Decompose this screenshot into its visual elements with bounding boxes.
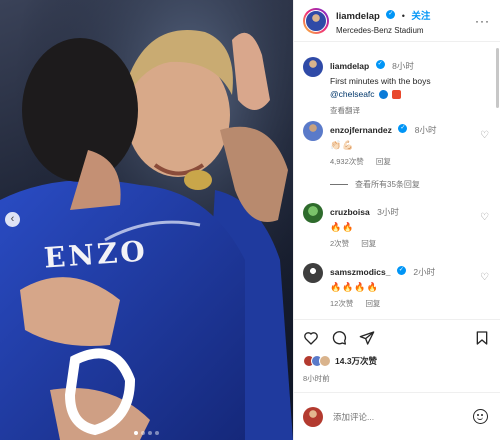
commenter-username[interactable]: samszmodics_: [330, 267, 390, 277]
verified-badge-icon: ✓: [398, 124, 408, 134]
comment-time: 2小时: [413, 267, 436, 277]
chevron-left-icon: ‹: [10, 213, 15, 225]
previous-slide-button[interactable]: ‹: [5, 212, 20, 227]
author-username[interactable]: liamdelap: [336, 11, 380, 22]
comment-likes[interactable]: 4,932次赞: [330, 157, 364, 166]
likes-summary[interactable]: 14.3万次赞: [303, 355, 377, 367]
follow-button[interactable]: 关注: [411, 11, 430, 22]
post-sidebar: liamdelap ✓ • 关注 Mercedes-Benz Stadium ·…: [293, 0, 500, 440]
emoji-picker-icon[interactable]: [473, 409, 488, 424]
separator-dot: •: [401, 11, 405, 21]
comment-like-heart-icon[interactable]: ♡: [480, 212, 489, 223]
comments-panel[interactable]: liamdelap ✓ 8小时 First minutes with the b…: [294, 42, 500, 320]
share-icon[interactable]: [359, 330, 375, 346]
letter-a-emoji-icon: [392, 90, 402, 100]
photo-illustration: [0, 0, 293, 440]
caption-time: 8小时: [392, 61, 414, 71]
caption-avatar[interactable]: [303, 57, 323, 77]
commenter-avatar[interactable]: [303, 203, 323, 223]
carousel-dot: [155, 431, 159, 435]
post-timestamp: 8小时前: [303, 374, 330, 383]
verified-badge-icon: ✓: [386, 10, 396, 20]
current-user-avatar: [303, 406, 323, 427]
comment-icon[interactable]: [331, 330, 347, 346]
more-options-icon[interactable]: ···: [475, 14, 490, 28]
liker-avatar: [319, 355, 331, 367]
commenter-username[interactable]: enzojfernandez: [330, 125, 392, 135]
see-translation-link[interactable]: 查看翻译: [330, 106, 360, 115]
commenter-avatar[interactable]: [303, 121, 323, 141]
comment-time: 3小时: [377, 207, 399, 217]
reply-button[interactable]: 回复: [376, 157, 391, 166]
comment-time: 8小时: [414, 125, 437, 135]
comment-like-heart-icon[interactable]: ♡: [480, 272, 489, 283]
carousel-dot: [141, 431, 145, 435]
verified-badge-icon: ✓: [375, 60, 385, 70]
comments-scrollbar[interactable]: [496, 48, 499, 108]
author-avatar-ring[interactable]: [303, 7, 329, 34]
comment-like-heart-icon[interactable]: ♡: [480, 130, 489, 141]
comment-text: 👏🏻💪🏻: [330, 140, 355, 150]
comment-item: cruzboisa 3小时 🔥🔥 2次赞 回复 ♡: [303, 202, 489, 249]
post-header: liamdelap ✓ • 关注 Mercedes-Benz Stadium ·…: [294, 0, 500, 42]
globe-emoji-icon: [378, 90, 388, 100]
commenter-username[interactable]: cruzboisa: [330, 207, 370, 217]
comment-likes[interactable]: 12次赞: [330, 299, 353, 308]
add-comment-bar: [294, 392, 500, 440]
comment-item: samszmodics_ ✓ 2小时 🔥🔥🔥🔥 12次赞 回复 ♡: [303, 262, 489, 309]
heart-icon[interactable]: [303, 330, 319, 346]
comment-text: 🔥🔥🔥🔥: [330, 282, 379, 292]
comment-item: enzojfernandez ✓ 8小时 👏🏻💪🏻 4,932次赞 回复 ♡: [303, 120, 489, 167]
commenter-avatar[interactable]: [303, 263, 323, 283]
post-caption: liamdelap ✓ 8小时 First minutes with the b…: [303, 56, 489, 116]
author-avatar[interactable]: [305, 9, 327, 32]
reply-line: [330, 184, 348, 185]
post-action-bar: [303, 330, 490, 346]
reply-button[interactable]: 回复: [365, 299, 380, 308]
verified-badge-icon: ✓: [396, 266, 406, 276]
carousel-dot: [148, 431, 152, 435]
reply-button[interactable]: 回复: [361, 239, 376, 248]
carousel-indicator: [0, 431, 293, 435]
post-photo[interactable]: ENZO ‹: [0, 0, 293, 440]
post-location[interactable]: Mercedes-Benz Stadium: [336, 26, 430, 35]
add-comment-input[interactable]: [333, 411, 453, 422]
view-replies-label[interactable]: 查看所有35条回复: [355, 179, 420, 190]
comment-likes[interactable]: 2次赞: [330, 239, 349, 248]
likes-count[interactable]: 14.3万次赞: [335, 355, 377, 367]
mention-link[interactable]: @chelseafc: [330, 89, 375, 99]
view-replies-link[interactable]: 查看所有35条回复: [330, 179, 420, 190]
caption-text: First minutes with the boys: [330, 76, 431, 86]
caption-username[interactable]: liamdelap: [330, 61, 369, 71]
carousel-dot: [134, 431, 138, 435]
comment-text: 🔥🔥: [330, 222, 355, 232]
bookmark-icon[interactable]: [474, 330, 490, 346]
